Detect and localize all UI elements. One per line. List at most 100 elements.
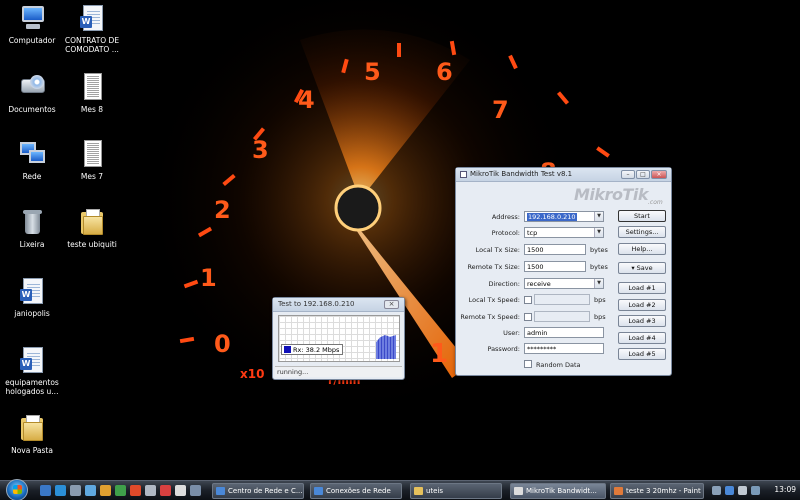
taskbar-clock[interactable]: 13:09 [774, 485, 796, 494]
desktop-icon-label: CONTRATO DE COMODATO ... [64, 36, 120, 54]
save-button[interactable]: ▾ Save [618, 262, 666, 274]
local-tx-speed-checkbox[interactable] [524, 296, 532, 304]
load-2-button[interactable]: Load #2 [618, 299, 666, 311]
remote-tx-size-input[interactable]: 1500 [524, 261, 586, 272]
network-tray-icon[interactable] [725, 486, 734, 495]
folder-icon [18, 414, 46, 442]
minimize-icon[interactable]: – [621, 170, 635, 179]
graph-window-titlebar[interactable]: Test to 192.168.0.210 × [273, 298, 404, 312]
direction-select[interactable]: receive ▼ [524, 278, 604, 289]
quick-launch-icon[interactable] [175, 485, 186, 496]
recycle-bin-icon [18, 208, 46, 236]
show-desktop-icon[interactable] [40, 485, 51, 496]
password-input[interactable]: ********* [524, 343, 604, 354]
random-data-label: Random Data [536, 361, 581, 369]
load-4-button[interactable]: Load #4 [618, 332, 666, 344]
documents-drive-icon [18, 73, 46, 101]
taskbar-button[interactable]: uteis [410, 483, 502, 499]
desktop-icon-mes8[interactable]: Mes 8 [60, 73, 124, 114]
task-label: uteis [426, 487, 444, 495]
desktop-icon-computador[interactable]: Computador [0, 4, 64, 45]
desktop-icon-contrato[interactable]: W CONTRATO DE COMODATO ... [60, 4, 124, 54]
switch-windows-icon[interactable] [70, 485, 81, 496]
local-tx-speed-label: Local Tx Speed: [468, 296, 520, 304]
close-icon[interactable]: × [384, 300, 399, 309]
maximize-icon[interactable]: □ [636, 170, 650, 179]
chevron-down-icon[interactable]: ▼ [594, 228, 603, 237]
task-label: teste 3 20mhz - Paint [626, 487, 701, 495]
main-window-title: MikroTik Bandwidth Test v8.1 [470, 170, 573, 178]
desktop-icon-nova-pasta[interactable]: Nova Pasta [0, 414, 64, 455]
taskbar-button[interactable]: Centro de Rede e C... [212, 483, 304, 499]
desktop-icon-equipamentos[interactable]: W equipamentos hologados u... [0, 346, 64, 396]
user-input[interactable]: admin [524, 327, 604, 338]
network-center-icon [216, 487, 225, 495]
dial-number-0: 0 [214, 330, 231, 358]
start-button[interactable]: Start [618, 210, 666, 222]
protocol-select[interactable]: tcp ▼ [524, 227, 604, 238]
dial-unit: x10 [240, 367, 264, 381]
mikrotik-logo: MikroTik [574, 185, 648, 204]
quick-launch-icon[interactable] [160, 485, 171, 496]
close-icon[interactable]: × [651, 170, 667, 179]
rx-legend-swatch [284, 346, 291, 353]
quick-launch-icon[interactable] [100, 485, 111, 496]
quick-launch-icon[interactable] [145, 485, 156, 496]
taskbar-button[interactable]: Conexões de Rede [310, 483, 402, 499]
desktop-icon-lixeira[interactable]: Lixeira [0, 208, 64, 249]
rx-traffic-bars [376, 335, 396, 359]
address-label: Address: [491, 213, 520, 221]
desktop-icon-mes7[interactable]: Mes 7 [60, 140, 124, 181]
load-3-button[interactable]: Load #3 [618, 315, 666, 327]
volume-icon[interactable] [738, 486, 747, 495]
spreadsheet-icon [78, 140, 106, 168]
bandwidth-graph-window[interactable]: Test to 192.168.0.210 × Rx: 38.2 Mbps ru… [272, 297, 405, 380]
random-data-checkbox[interactable] [524, 360, 532, 368]
direction-label: Direction: [488, 280, 520, 288]
address-field[interactable]: 192.168.0.210 ▼ [524, 211, 604, 222]
local-tx-size-input[interactable]: 1500 [524, 244, 586, 255]
desktop-icon-documentos[interactable]: Documentos [0, 73, 64, 114]
load-1-button[interactable]: Load #1 [618, 282, 666, 294]
desktop-icon-janiopolis[interactable]: W janiopolis [0, 277, 64, 318]
settings-button[interactable]: Settings... [618, 226, 666, 238]
desktop-icon-label: teste ubiquiti [67, 240, 117, 249]
main-window-titlebar[interactable]: MikroTik Bandwidth Test v8.1 – □ × [456, 168, 671, 182]
task-label: Conexões de Rede [326, 487, 391, 495]
quick-launch-icon[interactable] [115, 485, 126, 496]
quick-launch-icon[interactable] [130, 485, 141, 496]
help-button[interactable]: Help... [618, 243, 666, 255]
tray-arrow-icon[interactable] [712, 486, 721, 495]
desktop-icon-teste-ubiquiti[interactable]: teste ubiquiti [60, 208, 124, 249]
dial-number-6: 6 [436, 58, 453, 86]
local-tx-size-label: Local Tx Size: [475, 246, 520, 254]
graph-status: running... [275, 366, 402, 377]
remote-tx-speed-checkbox[interactable] [524, 313, 532, 321]
tray-app-icon[interactable] [751, 486, 760, 495]
quick-launch-icon[interactable] [85, 485, 96, 496]
desktop-icon-label: Rede [22, 172, 42, 181]
mikrotik-bandwidth-test-window[interactable]: MikroTik Bandwidth Test v8.1 – □ × Mikro… [455, 167, 672, 376]
desktop-icon-label: Computador [8, 36, 56, 45]
taskbar-button[interactable]: teste 3 20mhz - Paint [610, 483, 704, 499]
svg-text:1: 1 [430, 339, 448, 369]
remote-tx-speed-input[interactable] [534, 311, 590, 322]
spreadsheet-icon [78, 73, 106, 101]
chevron-down-icon[interactable]: ▼ [594, 212, 603, 221]
word-document-icon: W [78, 4, 106, 32]
dial-number-4: 4 [298, 86, 315, 114]
computer-icon [18, 4, 46, 32]
start-orb-icon[interactable] [6, 479, 28, 500]
desktop-icon-rede[interactable]: Rede [0, 140, 64, 181]
desktop-icon-label: janiopolis [14, 309, 50, 318]
taskbar-button[interactable]: MikroTik Bandwidt... [510, 483, 606, 499]
quick-launch-icon[interactable] [190, 485, 201, 496]
load-5-button[interactable]: Load #5 [618, 348, 666, 360]
task-label: Centro de Rede e C... [228, 487, 303, 495]
desktop-icon-label: equipamentos hologados u... [5, 378, 59, 396]
graph-window-title: Test to 192.168.0.210 [278, 300, 355, 308]
local-tx-speed-input[interactable] [534, 294, 590, 305]
bandwidth-graph: Rx: 38.2 Mbps [278, 315, 400, 362]
internet-explorer-icon[interactable] [55, 485, 66, 496]
chevron-down-icon[interactable]: ▼ [594, 279, 603, 288]
